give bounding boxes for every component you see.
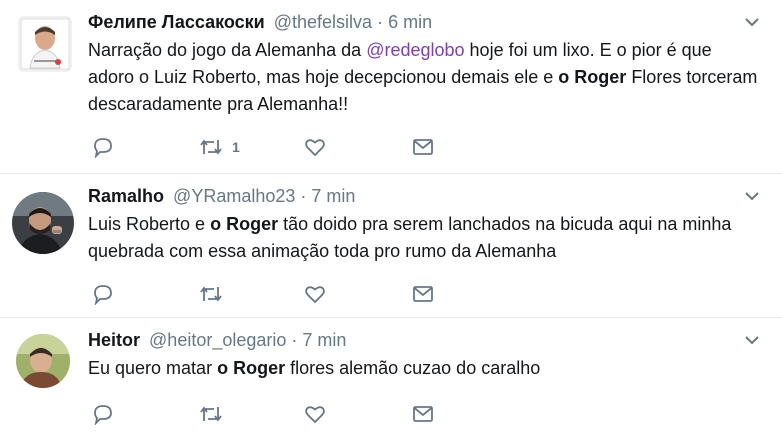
avatar[interactable] — [16, 334, 70, 388]
like-button[interactable] — [304, 402, 326, 426]
timestamp[interactable]: 7 min — [311, 186, 355, 206]
tweet-text-part: Eu quero matar — [88, 358, 218, 378]
like-button[interactable] — [304, 282, 326, 306]
tweet-header: Ramalho @YRamalho23 · 7 min — [88, 186, 752, 208]
highlighted-text: o Roger — [217, 358, 286, 378]
direct-message-icon — [412, 136, 434, 158]
reply-icon — [92, 403, 114, 425]
like-icon — [304, 283, 326, 305]
tweet-text: Narração do jogo da Alemanha da @redeglo… — [88, 37, 762, 118]
highlighted-text: o Roger — [210, 214, 279, 234]
retweet-button[interactable] — [198, 402, 224, 426]
display-name[interactable]: Ramalho — [88, 186, 164, 206]
display-name[interactable]: Фелипе Лассакоски — [88, 12, 265, 32]
timestamp[interactable]: 6 min — [388, 12, 432, 32]
user-handle[interactable]: @heitor_olegario — [149, 330, 286, 350]
retweet-icon — [198, 136, 224, 158]
retweet-button[interactable] — [198, 282, 224, 306]
direct-message-icon — [412, 283, 434, 305]
chevron-down-icon[interactable] — [744, 334, 760, 346]
display-name[interactable]: Heitor — [88, 330, 140, 350]
highlighted-text: o Roger — [558, 67, 627, 87]
tweet-actions — [92, 402, 452, 426]
avatar[interactable] — [18, 16, 72, 72]
tweet-header: Heitor @heitor_olegario · 7 min — [88, 330, 752, 352]
tweet-actions: 1 — [92, 135, 452, 159]
user-handle[interactable]: @thefelsilva — [274, 12, 372, 32]
timestamp[interactable]: 7 min — [302, 330, 346, 350]
tweet-header: Фелипе Лассакоски @thefelsilva · 6 min — [88, 12, 752, 34]
like-icon — [304, 403, 326, 425]
direct-message-button[interactable] — [412, 135, 434, 159]
chevron-down-icon[interactable] — [744, 16, 760, 28]
reply-button[interactable] — [92, 402, 114, 426]
reply-button[interactable] — [92, 282, 114, 306]
tweet[interactable]: Фелипе Лассакоски @thefelsilva · 6 min N… — [0, 0, 782, 174]
tweet[interactable]: Ramalho @YRamalho23 · 7 min Luis Roberto… — [0, 174, 782, 318]
tweet-feed: Фелипе Лассакоски @thefelsilva · 6 min N… — [0, 0, 782, 437]
user-handle[interactable]: @YRamalho23 — [173, 186, 295, 206]
direct-message-button[interactable] — [412, 282, 434, 306]
separator: · — [300, 186, 307, 206]
tweet-text: Eu quero matar o Roger flores alemão cuz… — [88, 355, 762, 382]
retweet-icon — [198, 283, 224, 305]
chevron-down-icon[interactable] — [744, 190, 760, 202]
reply-icon — [92, 283, 114, 305]
tweet-text-part: Narração do jogo da Alemanha da — [88, 40, 367, 60]
direct-message-icon — [412, 403, 434, 425]
tweet-text-part: flores alemão cuzao do caralho — [285, 358, 541, 378]
avatar[interactable] — [12, 192, 74, 254]
retweet-count: 1 — [232, 139, 240, 155]
like-button[interactable] — [304, 135, 326, 159]
tweet-text-part: Luis Roberto e — [88, 214, 211, 234]
tweet-actions — [92, 282, 452, 306]
reply-button[interactable] — [92, 135, 114, 159]
mention-link[interactable]: @redeglobo — [366, 40, 464, 60]
tweet-text: Luis Roberto e o Roger tão doido pra ser… — [88, 211, 762, 265]
tweet[interactable]: Heitor @heitor_olegario · 7 min Eu quero… — [0, 318, 782, 437]
like-icon — [304, 136, 326, 158]
direct-message-button[interactable] — [412, 402, 434, 426]
separator: · — [377, 12, 384, 32]
retweet-icon — [198, 403, 224, 425]
separator: · — [291, 330, 298, 350]
retweet-button[interactable]: 1 — [198, 135, 240, 159]
reply-icon — [92, 136, 114, 158]
